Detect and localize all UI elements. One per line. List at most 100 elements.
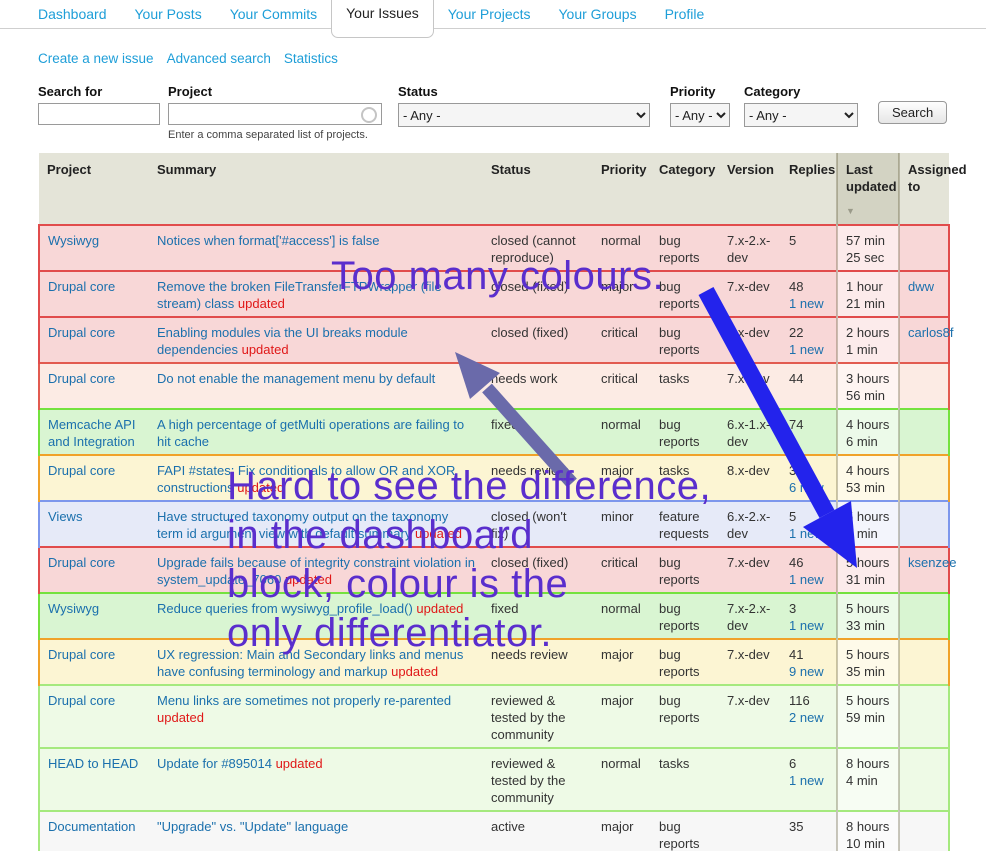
status-cell: needs work <box>483 363 593 409</box>
replies-count: 41 <box>789 646 828 663</box>
primary-tabs: DashboardYour PostsYour CommitsYour Issu… <box>24 0 718 38</box>
project-link[interactable]: Wysiwyg <box>48 233 99 248</box>
replies-count: 48 <box>789 278 828 295</box>
col-header-replies[interactable]: Replies <box>781 153 837 225</box>
table-row: Drupal core Do not enable the management … <box>39 363 949 409</box>
project-link[interactable]: Drupal core <box>48 279 115 294</box>
col-header-priority[interactable]: Priority <box>593 153 651 225</box>
col-header-project[interactable]: Project <box>39 153 149 225</box>
summary-cell: Have structured taxonomy output on the t… <box>149 501 483 547</box>
summary-cell: Remove the broken FileTransferFTPWrapper… <box>149 271 483 317</box>
updated-marker: updated <box>391 664 438 679</box>
tab-dashboard[interactable]: Dashboard <box>24 0 121 38</box>
status-select[interactable]: - Any - <box>398 103 650 127</box>
new-replies-link[interactable]: 2 new <box>789 709 824 726</box>
filter-submit: Search <box>878 101 947 124</box>
status-cell: needs review <box>483 639 593 685</box>
issue-summary-link[interactable]: Notices when format['#access'] is false <box>157 233 379 248</box>
assigned-user-link[interactable]: ksenzee <box>908 555 956 570</box>
project-link[interactable]: Drupal core <box>48 647 115 662</box>
issues-table: ProjectSummaryStatusPriorityCategoryVers… <box>38 153 950 851</box>
new-replies-link[interactable]: 9 new <box>789 663 824 680</box>
action-link-statistics[interactable]: Statistics <box>284 51 338 66</box>
tab-your-posts[interactable]: Your Posts <box>121 0 216 38</box>
project-cell: Drupal core <box>39 317 149 363</box>
action-link-create-a-new-issue[interactable]: Create a new issue <box>38 51 154 66</box>
category-select[interactable]: - Any - <box>744 103 858 127</box>
search-input[interactable] <box>38 103 160 125</box>
project-link[interactable]: HEAD to HEAD <box>48 756 138 771</box>
tab-your-projects[interactable]: Your Projects <box>434 0 545 38</box>
project-label: Project <box>168 84 382 99</box>
new-replies-link[interactable]: 1 new <box>789 571 824 588</box>
priority-cell: minor <box>593 501 651 547</box>
issue-summary-link[interactable]: A high percentage of getMulti operations… <box>157 417 464 449</box>
assigned-user-link[interactable]: dww <box>908 279 934 294</box>
category-cell: bug reports <box>651 409 719 455</box>
issue-summary-link[interactable]: Do not enable the management menu by def… <box>157 371 435 386</box>
status-cell: closed (fixed) <box>483 317 593 363</box>
issue-filters: Search for Project Enter a comma separat… <box>38 84 958 144</box>
version-cell: 7.x-2.x-dev <box>719 225 781 271</box>
version-cell: 7.x-2.x-dev <box>719 593 781 639</box>
replies-cell: 1162 new <box>781 685 837 748</box>
new-replies-link[interactable]: 1 new <box>789 525 824 542</box>
filter-category: Category - Any - <box>744 84 858 127</box>
new-replies-link[interactable]: 6 new <box>789 479 824 496</box>
replies-cell: 61 new <box>781 748 837 811</box>
assigned-user-link[interactable]: carlos8f <box>908 325 954 340</box>
issue-summary-link[interactable]: Menu links are sometimes not properly re… <box>157 693 451 708</box>
updated-marker: updated <box>285 572 332 587</box>
tab-your-commits[interactable]: Your Commits <box>216 0 331 38</box>
project-link[interactable]: Wysiwyg <box>48 601 99 616</box>
col-header-category[interactable]: Category <box>651 153 719 225</box>
filter-project: Project Enter a comma separated list of … <box>168 84 382 141</box>
version-cell: 7.x-dev <box>719 363 781 409</box>
project-link[interactable]: Views <box>48 509 82 524</box>
status-cell: active <box>483 811 593 851</box>
priority-cell: normal <box>593 748 651 811</box>
tab-your-groups[interactable]: Your Groups <box>545 0 651 38</box>
col-header-status[interactable]: Status <box>483 153 593 225</box>
replies-count: 22 <box>789 324 828 341</box>
project-link[interactable]: Drupal core <box>48 463 115 478</box>
version-cell: 7.x-dev <box>719 639 781 685</box>
new-replies-link[interactable]: 1 new <box>789 617 824 634</box>
search-button[interactable]: Search <box>878 101 947 124</box>
project-link[interactable]: Drupal core <box>48 371 115 386</box>
status-cell: fixed <box>483 593 593 639</box>
new-replies-link[interactable]: 1 new <box>789 772 824 789</box>
summary-cell: Update for #895014 updated <box>149 748 483 811</box>
issue-summary-link[interactable]: "Upgrade" vs. "Update" language <box>157 819 348 834</box>
col-header-summary[interactable]: Summary <box>149 153 483 225</box>
action-link-advanced-search[interactable]: Advanced search <box>167 51 271 66</box>
project-link[interactable]: Drupal core <box>48 693 115 708</box>
col-header-assigned-to[interactable]: Assigned to <box>899 153 949 225</box>
project-cell: Drupal core <box>39 455 149 501</box>
assigned-cell <box>899 685 949 748</box>
issue-summary-link[interactable]: Remove the broken FileTransferFTPWrapper… <box>157 279 442 311</box>
project-link[interactable]: Drupal core <box>48 325 115 340</box>
issue-summary-link[interactable]: Reduce queries from wysiwyg_profile_load… <box>157 601 413 616</box>
priority-select[interactable]: - Any - <box>670 103 730 127</box>
issue-summary-link[interactable]: FAPI #states: Fix conditionals to allow … <box>157 463 455 495</box>
project-link[interactable]: Drupal core <box>48 555 115 570</box>
project-link[interactable]: Documentation <box>48 819 135 834</box>
tab-profile[interactable]: Profile <box>651 0 719 38</box>
action-links: Create a new issue Advanced search Statist… <box>38 51 351 66</box>
new-replies-link[interactable]: 1 new <box>789 295 824 312</box>
category-cell: bug reports <box>651 547 719 593</box>
assigned-cell <box>899 593 949 639</box>
project-link[interactable]: Memcache API and Integration <box>48 417 135 449</box>
project-input[interactable] <box>168 103 382 125</box>
col-header-last-updated[interactable]: Last updated▼ <box>837 153 899 225</box>
version-cell <box>719 748 781 811</box>
issue-summary-link[interactable]: Update for #895014 <box>157 756 272 771</box>
new-replies-link[interactable]: 1 new <box>789 341 824 358</box>
issues-table-wrap: ProjectSummaryStatusPriorityCategoryVers… <box>38 153 948 851</box>
assigned-cell: carlos8f <box>899 317 949 363</box>
issue-summary-link[interactable]: Have structured taxonomy output on the t… <box>157 509 448 541</box>
col-header-version[interactable]: Version <box>719 153 781 225</box>
tab-your-issues[interactable]: Your Issues <box>331 0 434 38</box>
replies-cell: 221 new <box>781 317 837 363</box>
